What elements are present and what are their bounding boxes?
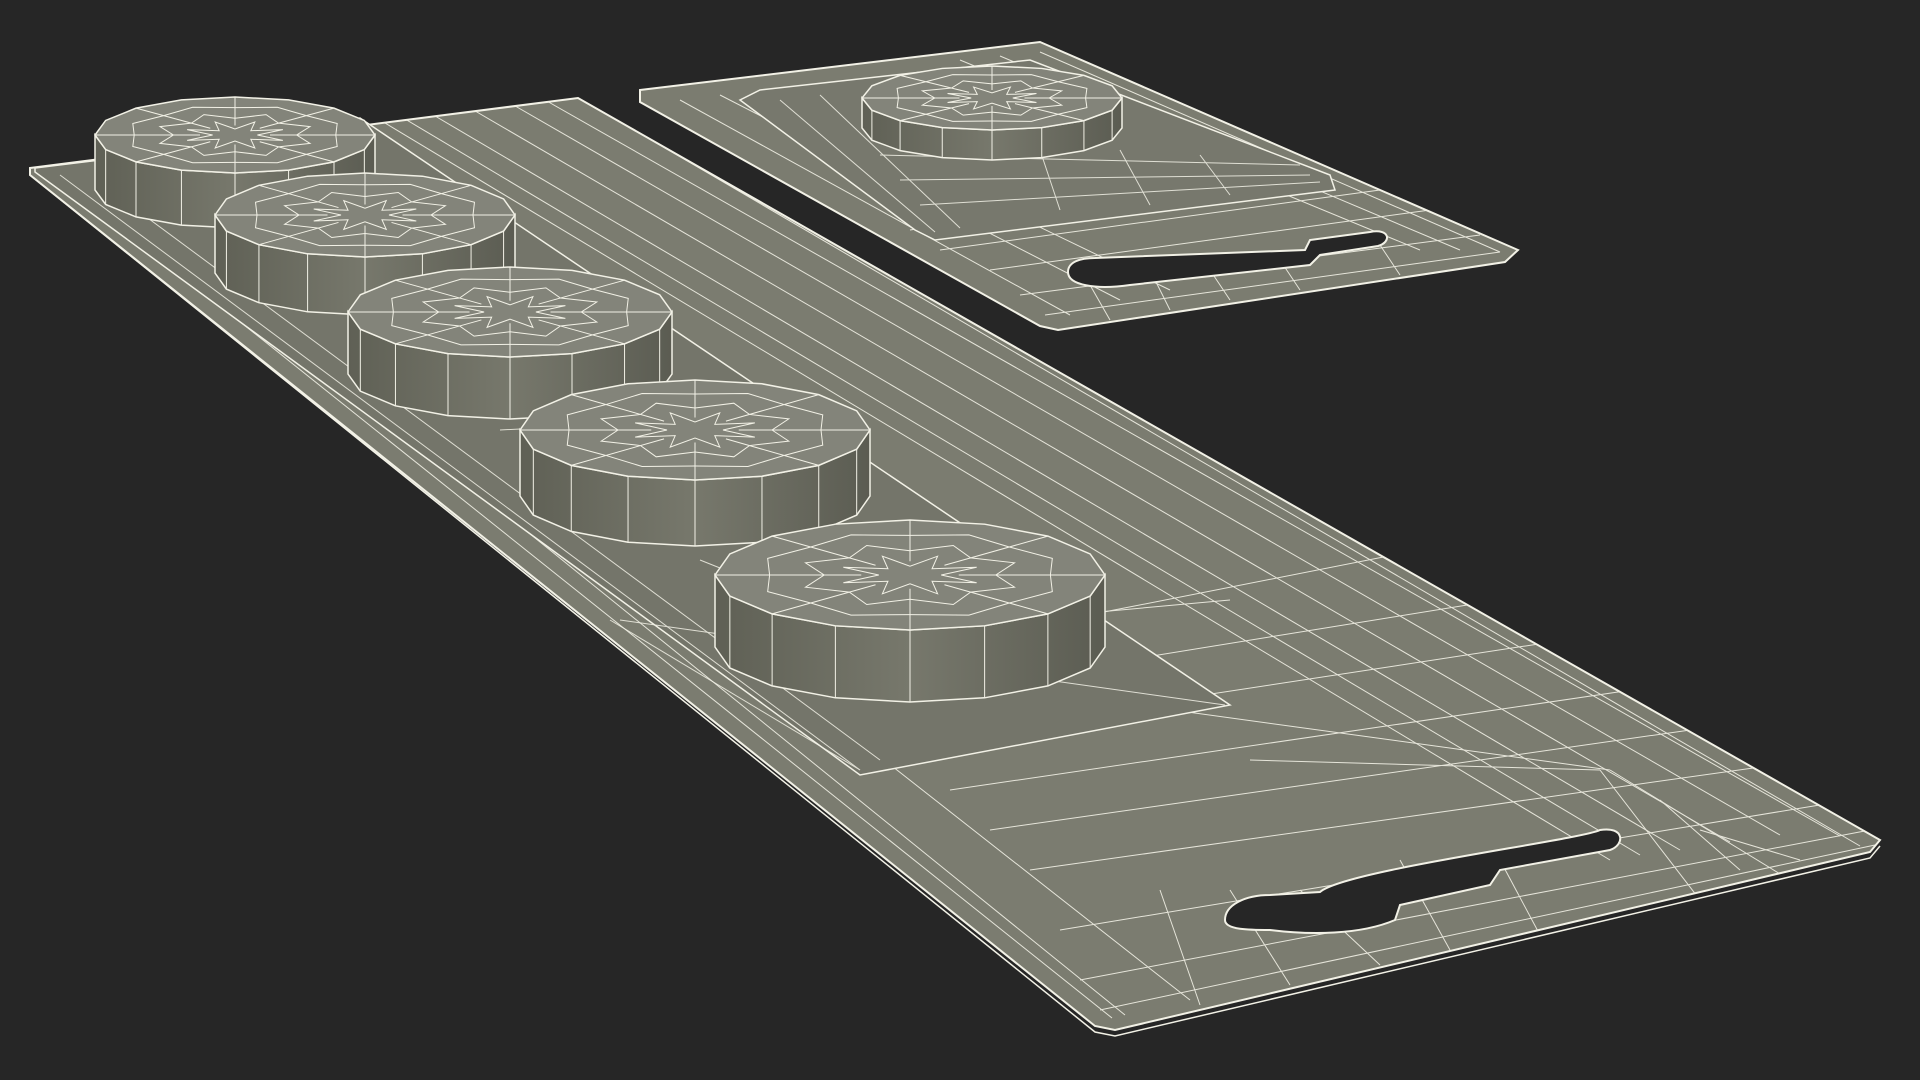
blister-cylinder-5 xyxy=(714,519,1106,703)
blister-cylinder-4 xyxy=(519,379,871,547)
small-blister-cylinder-1 xyxy=(861,65,1123,161)
small-card-blister xyxy=(861,65,1123,161)
wireframe-render xyxy=(29,40,1882,1037)
